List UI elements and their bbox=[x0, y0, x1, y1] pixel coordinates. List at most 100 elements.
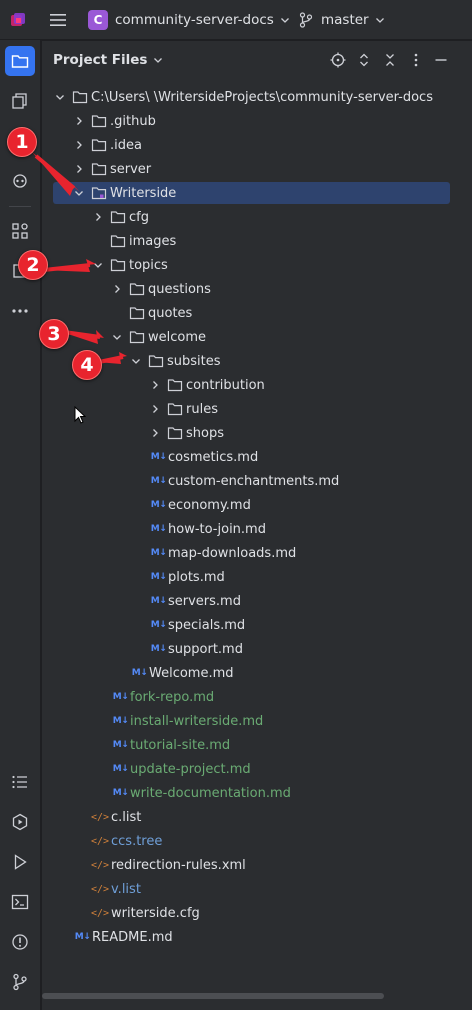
tree-folder-row[interactable]: questions bbox=[42, 277, 472, 301]
tree-item-label: Writerside bbox=[110, 185, 177, 201]
run-tool-button[interactable] bbox=[5, 847, 35, 877]
tree-item-label: tutorial-site.md bbox=[130, 737, 231, 753]
tree-file-row[interactable]: M↓ tutorial-site.md bbox=[42, 733, 472, 757]
chevron-down-icon[interactable] bbox=[130, 355, 142, 367]
structure-tool-button[interactable] bbox=[5, 216, 35, 246]
markdown-file-icon: M↓ bbox=[150, 620, 167, 630]
tree-folder-row[interactable]: .idea bbox=[42, 133, 472, 157]
project-tool-button[interactable] bbox=[5, 46, 35, 76]
tree-file-row[interactable]: M↓ how-to-join.md bbox=[42, 517, 472, 541]
tree-file-row[interactable]: </> writerside.cfg bbox=[42, 901, 472, 925]
mouse-cursor-icon bbox=[74, 406, 86, 424]
chevron-down-icon[interactable] bbox=[54, 91, 66, 103]
locate-file-icon[interactable] bbox=[330, 52, 346, 68]
tree-item-label: support.md bbox=[168, 641, 243, 657]
terminal-tool-button[interactable] bbox=[5, 887, 35, 917]
tree-item-label: update-project.md bbox=[130, 761, 251, 777]
tree-file-row[interactable]: M↓ specials.md bbox=[42, 613, 472, 637]
markdown-file-icon: M↓ bbox=[112, 764, 129, 774]
tree-file-row[interactable]: M↓ write-documentation.md bbox=[42, 781, 472, 805]
tree-item-label: write-documentation.md bbox=[130, 785, 291, 801]
title-bar: C community-server-docs master bbox=[0, 0, 472, 40]
chevron-down-icon[interactable] bbox=[111, 331, 123, 343]
chevron-down-icon bbox=[375, 18, 384, 23]
xml-file-icon: </> bbox=[90, 835, 110, 847]
chevron-right-icon[interactable] bbox=[92, 211, 104, 223]
tree-file-row[interactable]: M↓ support.md bbox=[42, 637, 472, 661]
tree-item-label: cosmetics.md bbox=[168, 449, 259, 465]
todo-tool-button[interactable] bbox=[5, 767, 35, 797]
tree-folder-row[interactable]: Writerside bbox=[42, 181, 472, 205]
tree-item-label: plots.md bbox=[168, 569, 225, 585]
tree-item-label: v.list bbox=[111, 881, 141, 897]
vcs-branch-selector[interactable]: master bbox=[299, 9, 385, 31]
main-menu-icon[interactable] bbox=[49, 12, 67, 28]
xml-file-icon: </> bbox=[90, 883, 110, 895]
git-branch-icon bbox=[13, 973, 27, 991]
tree-file-row[interactable]: M↓ plots.md bbox=[42, 565, 472, 589]
git-branch-icon bbox=[299, 12, 313, 28]
tree-item-label: topics bbox=[129, 257, 168, 273]
tree-item-label: economy.md bbox=[168, 497, 251, 513]
folder-icon bbox=[110, 259, 126, 272]
markdown-file-icon: M↓ bbox=[112, 788, 129, 798]
tree-item-label: install-writerside.md bbox=[130, 713, 264, 729]
tree-item-label: rules bbox=[186, 401, 218, 417]
tree-file-row[interactable]: M↓ economy.md bbox=[42, 493, 472, 517]
horizontal-scrollbar[interactable] bbox=[42, 993, 384, 999]
tree-file-row[interactable]: </> v.list bbox=[42, 877, 472, 901]
hide-panel-icon[interactable] bbox=[433, 52, 449, 68]
tree-file-row[interactable]: M↓ README.md bbox=[42, 925, 472, 949]
tree-file-row[interactable]: M↓ update-project.md bbox=[42, 757, 472, 781]
tree-folder-row[interactable]: images bbox=[42, 229, 472, 253]
git-tool-button[interactable] bbox=[5, 967, 35, 997]
tree-file-row[interactable]: </> redirection-rules.xml bbox=[42, 853, 472, 877]
services-tool-button[interactable] bbox=[5, 807, 35, 837]
tree-file-row[interactable]: M↓ fork-repo.md bbox=[42, 685, 472, 709]
tree-file-row[interactable]: M↓ install-writerside.md bbox=[42, 709, 472, 733]
tree-folder-row[interactable]: .github bbox=[42, 109, 472, 133]
markdown-file-icon: M↓ bbox=[150, 500, 167, 510]
tree-file-row[interactable]: </> ccs.tree bbox=[42, 829, 472, 853]
markdown-file-icon: M↓ bbox=[150, 548, 167, 558]
folder-icon bbox=[167, 403, 183, 416]
tree-folder-row[interactable]: C:\Users\ \WritersideProjects\community-… bbox=[42, 85, 472, 109]
panel-title-dropdown[interactable]: Project Files bbox=[53, 52, 163, 68]
tree-item-label: custom-enchantments.md bbox=[168, 473, 340, 489]
chevron-right-icon[interactable] bbox=[111, 283, 123, 295]
more-tools-button[interactable] bbox=[5, 296, 35, 326]
project-tree: C:\Users\ \WritersideProjects\community-… bbox=[42, 85, 472, 995]
chevron-right-icon[interactable] bbox=[149, 379, 161, 391]
tree-folder-row[interactable]: shops bbox=[42, 421, 472, 445]
folder-icon bbox=[148, 355, 164, 368]
project-selector[interactable]: C community-server-docs bbox=[88, 9, 290, 31]
tree-item-label: welcome bbox=[148, 329, 207, 345]
chevron-right-icon[interactable] bbox=[73, 115, 85, 127]
more-vertical-icon[interactable] bbox=[408, 52, 424, 68]
chevron-right-icon[interactable] bbox=[149, 427, 161, 439]
tree-file-row[interactable]: M↓ servers.md bbox=[42, 589, 472, 613]
problems-tool-button[interactable] bbox=[5, 927, 35, 957]
markdown-file-icon: M↓ bbox=[150, 596, 167, 606]
run-icon bbox=[14, 854, 27, 870]
tree-folder-row[interactable]: cfg bbox=[42, 205, 472, 229]
tree-folder-row[interactable]: rules bbox=[42, 397, 472, 421]
tree-file-row[interactable]: </> c.list bbox=[42, 805, 472, 829]
tree-folder-row[interactable]: contribution bbox=[42, 373, 472, 397]
tree-folder-row[interactable]: topics bbox=[42, 253, 472, 277]
tree-folder-row[interactable]: quotes bbox=[42, 301, 472, 325]
tree-item-label: subsites bbox=[167, 353, 221, 369]
markdown-file-icon: M↓ bbox=[150, 476, 167, 486]
expand-all-icon[interactable] bbox=[356, 52, 372, 68]
tree-file-row[interactable]: M↓ Welcome.md bbox=[42, 661, 472, 685]
tree-file-row[interactable]: M↓ custom-enchantments.md bbox=[42, 469, 472, 493]
chevron-down-icon bbox=[280, 18, 289, 23]
tree-folder-row[interactable]: server bbox=[42, 157, 472, 181]
tree-file-row[interactable]: M↓ cosmetics.md bbox=[42, 445, 472, 469]
tree-file-row[interactable]: M↓ map-downloads.md bbox=[42, 541, 472, 565]
chevron-right-icon[interactable] bbox=[149, 403, 161, 415]
project-files-panel: Project Files C:\Users\ \WritersideProje… bbox=[42, 41, 472, 1010]
tree-item-label: README.md bbox=[92, 929, 173, 945]
collapse-all-icon[interactable] bbox=[382, 52, 398, 68]
documentation-tool-button[interactable] bbox=[5, 86, 35, 116]
